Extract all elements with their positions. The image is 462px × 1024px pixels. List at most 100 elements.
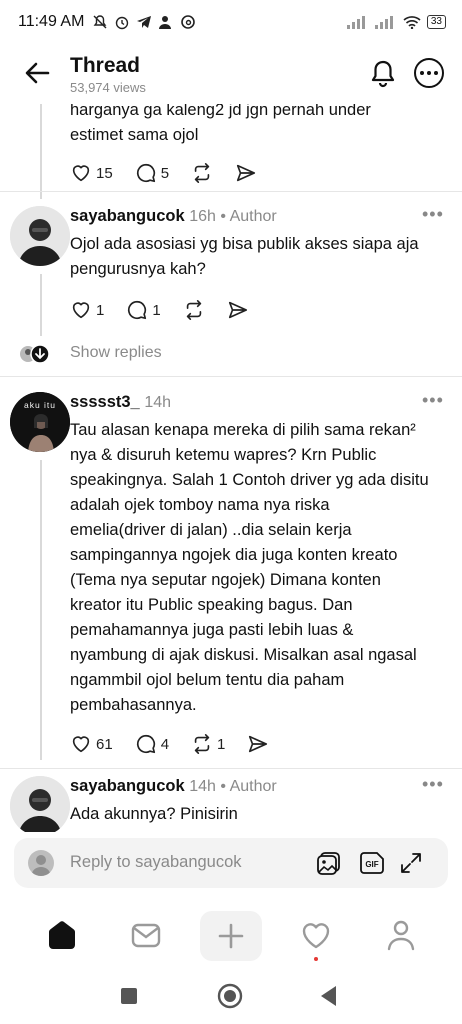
repost-button[interactable] [183, 299, 205, 321]
avatar[interactable] [10, 206, 70, 266]
reply-avatar [28, 850, 54, 876]
author-badge: Author [229, 208, 277, 225]
expand-icon[interactable] [398, 850, 424, 876]
like-button[interactable]: 1 [70, 299, 104, 321]
comment-icon [136, 163, 155, 183]
show-replies-link[interactable]: Show replies [70, 344, 162, 362]
inbox-icon[interactable] [128, 917, 164, 953]
comment-more-icon[interactable]: ••• [422, 774, 444, 795]
page-title: Thread [70, 54, 141, 77]
new-thread-button[interactable] [200, 911, 262, 961]
like-count: 15 [96, 164, 113, 182]
comment-more-icon[interactable]: ••• [422, 390, 444, 411]
system-home-icon[interactable] [216, 982, 244, 1010]
mute-icon [93, 15, 107, 29]
reply-count: 4 [160, 735, 170, 753]
repost-icon [186, 300, 201, 320]
comment-text-line: pemahamannya juga pasti lebih luas & [70, 621, 354, 639]
comment-text-partial-1: harganya ga kaleng2 jd jgn pernah under [70, 104, 371, 119]
reply-button[interactable]: 1 [126, 299, 161, 321]
comment-text-partial-2: estimet sama ojol [70, 126, 199, 144]
comment-time: 14h [189, 778, 216, 795]
comment-actions: 15 5 [70, 159, 279, 187]
comment-time: 16h [189, 208, 216, 225]
like-count: 61 [96, 735, 113, 753]
activity-icon[interactable] [298, 917, 334, 953]
alarm-icon [116, 16, 129, 30]
stacked-avatars [20, 344, 50, 364]
back-arrow-icon[interactable] [22, 58, 52, 88]
thread-header: Thread 53,974 views [0, 44, 462, 104]
system-back-icon[interactable] [318, 984, 340, 1008]
recents-icon[interactable] [118, 985, 140, 1007]
status-icons-right: 33 [346, 15, 446, 29]
meta-separator: • [220, 208, 226, 225]
avatar-photo [10, 776, 70, 832]
more-options-button[interactable] [414, 58, 444, 88]
share-icon [249, 735, 268, 753]
reply-avatars[interactable] [18, 344, 52, 364]
comment-more-icon[interactable]: ••• [422, 204, 444, 225]
repost-icon [194, 163, 210, 183]
divider [0, 768, 462, 769]
reply-input[interactable]: Reply to sayabangucok GIF [14, 838, 448, 888]
gif-icon[interactable]: GIF [360, 850, 386, 876]
signal-icon [346, 16, 365, 29]
status-icons-left [92, 14, 196, 30]
battery-indicator: 33 [426, 15, 446, 29]
repost-button[interactable] [191, 162, 213, 184]
divider [0, 376, 462, 377]
comment-text-line: ngammbil ojol belum tentu dia paham [70, 671, 345, 689]
username[interactable]: ssssst3_ [70, 393, 140, 411]
share-button[interactable] [247, 733, 269, 755]
comment-username[interactable]: ssssst3_ 14h [70, 393, 171, 412]
comment-text-line: pengurusnya kah? [70, 260, 206, 278]
author-badge: Author [229, 778, 277, 795]
like-count: 1 [96, 301, 105, 319]
wifi-icon [403, 16, 421, 29]
comment-meta: 14h • Author [189, 778, 276, 795]
avatar-caption: aku itu [23, 400, 57, 410]
avatar[interactable] [10, 776, 70, 832]
comment-text-line: nya & disuruh ketemu wapres? Krn Public [70, 446, 377, 464]
comment-text-line: kreator itu Public speaking bagus. Dan [70, 596, 353, 614]
comment-text-line: Ojol ada asosiasi yg bisa publik akses s… [70, 235, 419, 253]
comment-text-line: sampingannya ngojek dia juga konten krea… [70, 546, 398, 564]
telegram-icon [137, 16, 152, 28]
status-time: 11:49 AM [18, 13, 85, 30]
user-icon [31, 855, 51, 876]
svg-text:GIF: GIF [365, 860, 378, 869]
gallery-icon[interactable] [316, 850, 342, 876]
divider [0, 191, 462, 192]
share-button[interactable] [235, 162, 257, 184]
repost-button[interactable]: 1 [191, 733, 225, 755]
comment-username[interactable]: sayabangucok 16h • Author [70, 207, 277, 226]
reply-button[interactable]: 4 [135, 733, 169, 755]
repost-count: 1 [217, 735, 226, 753]
like-button[interactable]: 61 [70, 733, 113, 755]
threads-icon [181, 15, 196, 29]
username[interactable]: sayabangucok [70, 777, 185, 795]
notification-dot [314, 957, 318, 961]
profile-icon[interactable] [383, 917, 419, 953]
like-button[interactable]: 15 [70, 162, 113, 184]
home-icon[interactable] [44, 917, 80, 953]
comment-meta: 16h • Author [189, 208, 276, 225]
repost-icon [194, 734, 210, 754]
username[interactable]: sayabangucok [70, 207, 185, 225]
reply-button[interactable]: 5 [135, 162, 169, 184]
thread-connector [40, 274, 42, 336]
bell-icon[interactable] [368, 58, 398, 88]
thread-connector [40, 104, 42, 199]
thread-feed[interactable]: harganya ga kaleng2 jd jgn pernah under … [0, 104, 462, 832]
comment-actions: 1 1 [70, 296, 271, 324]
avatar[interactable]: aku itu [10, 392, 70, 452]
share-icon [236, 164, 256, 182]
comment-icon [128, 300, 147, 320]
person-add-icon [159, 16, 172, 29]
comment-text-line: speakingnya. Salah 1 Contoh driver yg ad… [70, 471, 429, 489]
status-bar: 11:49 AM 33 [0, 0, 462, 44]
comment-username[interactable]: sayabangucok 14h • Author [70, 777, 277, 796]
avatar-photo [10, 206, 70, 266]
share-button[interactable] [227, 299, 249, 321]
